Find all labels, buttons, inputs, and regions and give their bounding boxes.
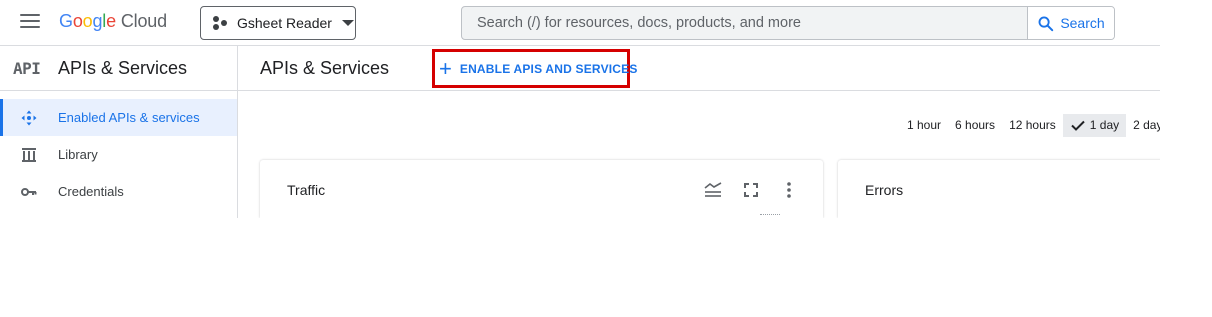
top-bar: Google Cloud Gsheet Reader Search [0, 0, 1160, 46]
legend-toggle-icon[interactable] [701, 180, 725, 200]
time-range-option[interactable]: 2 days [1126, 114, 1160, 137]
app-window: GoogleCloud Gsheet Reader Search API API… [0, 0, 1160, 218]
enabled-apis-icon [21, 110, 37, 125]
time-range-option-label: 1 day [1089, 118, 1120, 132]
google-cloud-logo[interactable]: Google Cloud [59, 11, 167, 32]
search-input[interactable] [462, 7, 1027, 39]
search-button[interactable]: Search [1027, 7, 1114, 39]
fullscreen-icon[interactable] [739, 180, 763, 200]
main-menu-icon[interactable] [20, 14, 40, 32]
time-range-option[interactable]: 1 hour [900, 114, 948, 137]
project-icon [213, 16, 229, 30]
chart-axis-edge [760, 214, 780, 218]
chevron-down-icon [341, 20, 354, 26]
errors-card-title: Errors [865, 182, 904, 198]
time-range-option-selected[interactable]: 1 day [1062, 114, 1127, 137]
traffic-card: Traffic [260, 160, 823, 218]
more-vert-icon[interactable] [777, 180, 801, 200]
library-icon [22, 147, 36, 162]
traffic-card-title: Traffic [287, 182, 326, 198]
sidebar-item-label: Library [58, 147, 98, 162]
errors-card: Errors [838, 160, 1160, 218]
search-button-label: Search [1060, 15, 1105, 31]
logo-cloud-text: Cloud [120, 11, 167, 31]
main-content: APIs & Services + ENABLE APIS AND SERVIC… [238, 46, 1160, 218]
sidebar-item-credentials[interactable]: Credentials [0, 173, 237, 210]
sidebar-item-library[interactable]: Library [0, 136, 237, 173]
sidebar-item-label: Enabled APIs & services [58, 110, 200, 125]
project-picker[interactable]: Gsheet Reader [200, 6, 356, 40]
sidebar-item-enabled-apis[interactable]: Enabled APIs & services [0, 99, 237, 136]
check-icon [1071, 120, 1085, 131]
time-range-selector: 1 hour 6 hours 12 hours 1 day 2 days [900, 114, 1160, 137]
left-nav-title: APIs & Services [58, 57, 188, 78]
enable-apis-button-label: ENABLE APIS AND SERVICES [459, 61, 638, 76]
api-badge-icon: API [13, 58, 41, 78]
project-name: Gsheet Reader [237, 15, 332, 31]
time-range-option[interactable]: 6 hours [948, 114, 1002, 137]
time-range-option[interactable]: 12 hours [1002, 114, 1063, 137]
left-nav: API APIs & Services Enabled APIs & servi… [0, 46, 238, 218]
page-title: APIs & Services [260, 58, 390, 78]
enable-apis-button[interactable]: + ENABLE APIS AND SERVICES [432, 49, 637, 88]
key-icon [21, 187, 37, 196]
sidebar-item-label: Credentials [58, 184, 124, 199]
left-nav-header: API APIs & Services [0, 46, 237, 91]
main-header: APIs & Services + ENABLE APIS AND SERVIC… [238, 46, 1160, 91]
search-bar: Search [461, 6, 1115, 40]
traffic-card-toolbar [701, 180, 801, 200]
plus-icon: + [439, 55, 452, 81]
search-icon [1038, 16, 1054, 31]
